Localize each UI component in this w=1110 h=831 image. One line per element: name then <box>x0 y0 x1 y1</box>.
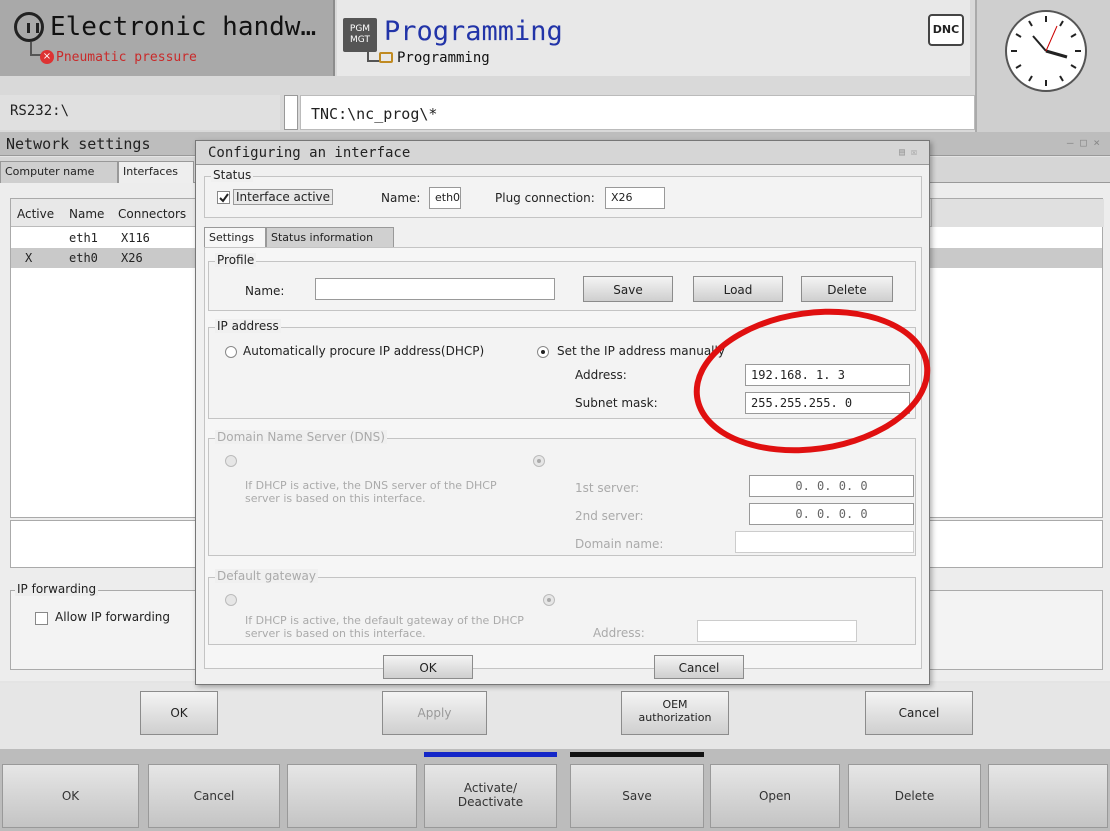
interface-name-label: Name: <box>381 191 421 205</box>
default-gateway-group: Default gateway If DHCP is active, the d… <box>208 569 916 645</box>
machine-mode-panel[interactable]: × Electronic handw… Pneumatic pressure <box>0 0 335 76</box>
manual-ip-radio[interactable] <box>537 346 549 358</box>
profile-save-button[interactable]: Save <box>583 276 673 302</box>
gateway-manual-radio[interactable] <box>543 594 555 606</box>
network-settings-title: Network settings <box>6 135 151 153</box>
profile-load-button[interactable]: Load <box>693 276 783 302</box>
profile-name-label: Name: <box>245 284 285 298</box>
profile-delete-button[interactable]: Delete <box>801 276 893 302</box>
plug-connection-field[interactable]: X26 <box>605 187 665 209</box>
plug-connection-label: Plug connection: <box>495 191 595 205</box>
dns-manual-radio[interactable] <box>533 455 545 467</box>
program-mode-subtitle: Programming <box>397 50 490 66</box>
folder-icon <box>379 52 393 63</box>
right-path-display: TNC:\nc_prog\* <box>300 95 975 130</box>
softkey-bar: OK Cancel Activate/ Deactivate Save Open… <box>0 749 1110 831</box>
dialog-cancel-button[interactable]: Cancel <box>654 655 744 679</box>
softkey-save[interactable]: Save <box>570 764 704 828</box>
profile-legend: Profile <box>215 253 257 267</box>
mode-gear-icon <box>14 12 44 42</box>
row-name: eth0 <box>69 251 98 265</box>
manual-ip-label: Set the IP address manually <box>557 344 725 358</box>
dns-first-server-label: 1st server: <box>575 481 640 495</box>
subnet-mask-label: Subnet mask: <box>575 396 658 410</box>
row-connector: X26 <box>121 251 143 265</box>
column-header-extra <box>931 199 1104 227</box>
oem-authorization-button[interactable]: OEM authorization <box>621 691 729 735</box>
interface-name-field[interactable]: eth0 <box>429 187 461 209</box>
softkey-empty[interactable] <box>988 764 1108 828</box>
row-name: eth1 <box>69 231 98 245</box>
status-legend: Status <box>211 168 254 182</box>
network-cancel-button[interactable]: Cancel <box>865 691 973 735</box>
interface-active-checkbox[interactable] <box>217 191 230 204</box>
allow-ip-forwarding-checkbox[interactable] <box>35 612 48 625</box>
dns-dhcp-radio[interactable] <box>225 455 237 467</box>
machine-mode-title: Electronic handw… <box>50 12 317 42</box>
dns-second-server-field[interactable]: 0. 0. 0. 0 <box>749 503 914 525</box>
scroll-arrow-icon[interactable] <box>284 95 298 130</box>
domain-name-label: Domain name: <box>575 537 664 551</box>
dns-second-server-label: 2nd server: <box>575 509 644 523</box>
gateway-dhcp-radio[interactable] <box>225 594 237 606</box>
apply-button[interactable]: Apply <box>382 691 487 735</box>
program-mode-title: Programming <box>384 16 563 47</box>
tab-interfaces[interactable]: Interfaces <box>118 161 194 183</box>
left-path-display: RS232:\ <box>0 95 280 130</box>
dns-dhcp-note: If DHCP is active, the DNS server of the… <box>245 479 497 505</box>
ip-forwarding-legend: IP forwarding <box>15 582 99 596</box>
allow-ip-forwarding-label: Allow IP forwarding <box>55 610 171 624</box>
dns-first-server-field[interactable]: 0. 0. 0. 0 <box>749 475 914 497</box>
tab-settings[interactable]: Settings <box>204 227 266 247</box>
status-group: Status Interface active Name: eth0 Plug … <box>204 168 922 218</box>
dnc-icon[interactable]: DNC <box>928 14 964 46</box>
domain-name-field[interactable] <box>735 531 914 553</box>
network-ok-button[interactable]: OK <box>140 691 218 735</box>
dns-legend: Domain Name Server (DNS) <box>215 430 387 444</box>
dialog-title-bar: Configuring an interface ▤ ☒ <box>196 141 929 165</box>
softkey-activate-deactivate[interactable]: Activate/ Deactivate <box>424 764 557 828</box>
column-header-connectors[interactable]: Connectors <box>118 207 186 221</box>
dialog-window-controls-icon[interactable]: ▤ ☒ <box>899 147 917 158</box>
dns-group: Domain Name Server (DNS) If DHCP is acti… <box>208 430 916 556</box>
interface-active-label: Interface active <box>233 189 334 205</box>
dialog-ok-button[interactable]: OK <box>383 655 473 679</box>
pgm-mgt-icon: PGM MGT <box>343 18 377 52</box>
dialog-title: Configuring an interface <box>208 145 411 161</box>
tab-computer-name[interactable]: Computer name <box>0 161 118 183</box>
dhcp-label: Automatically procure IP address(DHCP) <box>243 344 485 358</box>
profile-group: Profile Name: Save Load Delete <box>208 253 916 311</box>
profile-name-field[interactable] <box>315 278 555 300</box>
gateway-address-label: Address: <box>593 626 645 640</box>
softkey-open[interactable]: Open <box>710 764 840 828</box>
program-mode-panel[interactable]: PGM MGT Programming Programming <box>337 0 970 76</box>
dhcp-radio[interactable] <box>225 346 237 358</box>
clock-icon <box>1005 10 1087 92</box>
row-active: X <box>25 251 33 265</box>
softkey-ok[interactable]: OK <box>2 764 139 828</box>
softkey-cancel[interactable]: Cancel <box>148 764 280 828</box>
column-header-name[interactable]: Name <box>69 207 104 221</box>
network-button-bar: OK Apply OEM authorization Cancel <box>0 683 1110 749</box>
softkey-delete[interactable]: Delete <box>848 764 981 828</box>
window-controls-icon[interactable]: – □ × <box>1067 136 1100 149</box>
softkey-empty[interactable] <box>287 764 417 828</box>
column-header-active[interactable]: Active <box>17 207 54 221</box>
gateway-address-field[interactable] <box>697 620 857 642</box>
error-icon: × <box>40 50 54 64</box>
clock-panel <box>975 0 1110 132</box>
gateway-dhcp-note: If DHCP is active, the default gateway o… <box>245 614 524 640</box>
machine-mode-subtitle: Pneumatic pressure <box>56 50 197 65</box>
softkey-row-indicator <box>570 752 704 757</box>
ip-address-legend: IP address <box>215 319 281 333</box>
gateway-legend: Default gateway <box>215 569 318 583</box>
row-connector: X116 <box>121 231 150 245</box>
softkey-row-indicator-active <box>424 752 557 757</box>
ip-address-label: Address: <box>575 368 627 382</box>
tab-status-information[interactable]: Status information <box>266 227 394 247</box>
